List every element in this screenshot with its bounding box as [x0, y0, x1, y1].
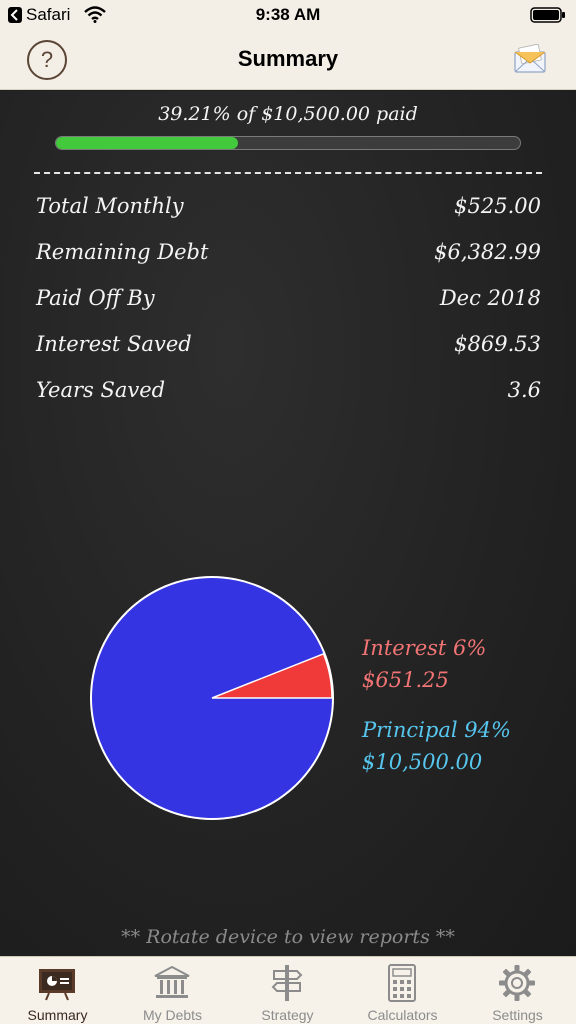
- stat-row-total-monthly: Total Monthly $525.00: [36, 194, 541, 224]
- stat-row-interest-saved: Interest Saved $869.53: [36, 332, 541, 362]
- tab-summary[interactable]: Summary: [0, 957, 115, 1024]
- tab-label: Settings: [492, 1007, 543, 1023]
- stat-label: Interest Saved: [36, 332, 192, 356]
- legend-interest-amount: $651.25: [362, 668, 449, 692]
- tab-label: Calculators: [367, 1007, 438, 1023]
- tab-bar: Summary My Debts Strategy Calculators Se…: [0, 956, 576, 1024]
- dashed-divider: [34, 172, 542, 174]
- gear-icon: [499, 965, 535, 1001]
- tab-settings[interactable]: Settings: [460, 957, 575, 1024]
- legend-interest-percent: Interest 6%: [362, 636, 487, 660]
- stat-row-years-saved: Years Saved 3.6: [36, 378, 541, 408]
- email-icon[interactable]: [512, 40, 548, 76]
- chalkboard-icon: [39, 969, 75, 1001]
- bank-icon: [154, 965, 190, 998]
- progress-text: 39.21% of $10,500.00 paid: [158, 103, 418, 125]
- interest-principal-pie-chart: [90, 576, 334, 820]
- stat-value: Dec 2018: [439, 286, 541, 310]
- tab-label: Summary: [27, 1007, 88, 1023]
- payoff-progress-bar: [55, 136, 521, 150]
- tab-strategy[interactable]: Strategy: [230, 957, 345, 1024]
- rotate-hint: ** Rotate device to view reports **: [121, 926, 455, 948]
- stat-label: Paid Off By: [36, 286, 155, 310]
- legend-principal: Principal 94% $10,500.00: [362, 714, 511, 778]
- legend-principal-amount: $10,500.00: [362, 750, 483, 774]
- calculator-icon: [388, 964, 416, 1002]
- stat-row-paid-off-by: Paid Off By Dec 2018: [36, 286, 541, 316]
- tab-label: My Debts: [142, 1007, 203, 1023]
- navigation-bar: ? Summary: [0, 30, 576, 90]
- payoff-progress-fill: [56, 137, 238, 149]
- legend-interest: Interest 6% $651.25: [362, 632, 486, 696]
- stat-label: Remaining Debt: [36, 240, 209, 264]
- status-bar: Safari 9:38 AM: [0, 0, 576, 30]
- stat-value: $525.00: [454, 194, 541, 218]
- tab-label: Strategy: [261, 1007, 314, 1023]
- battery-icon: [530, 7, 565, 23]
- stat-value: $869.53: [454, 332, 541, 356]
- stat-value: $6,382.99: [434, 240, 541, 264]
- legend-principal-percent: Principal 94%: [362, 718, 511, 742]
- stat-value: 3.6: [507, 378, 541, 402]
- stat-row-remaining-debt: Remaining Debt $6,382.99: [36, 240, 541, 270]
- status-time: 9:38 AM: [255, 5, 321, 24]
- stat-label: Total Monthly: [36, 194, 184, 218]
- tab-calculators[interactable]: Calculators: [345, 957, 460, 1024]
- page-title: Summary: [237, 46, 339, 71]
- summary-chalkboard: 39.21% of $10,500.00 paid Total Monthly …: [0, 91, 576, 956]
- signpost-icon: [271, 965, 303, 1001]
- tab-my-debts[interactable]: My Debts: [115, 957, 230, 1024]
- stat-label: Years Saved: [36, 378, 166, 402]
